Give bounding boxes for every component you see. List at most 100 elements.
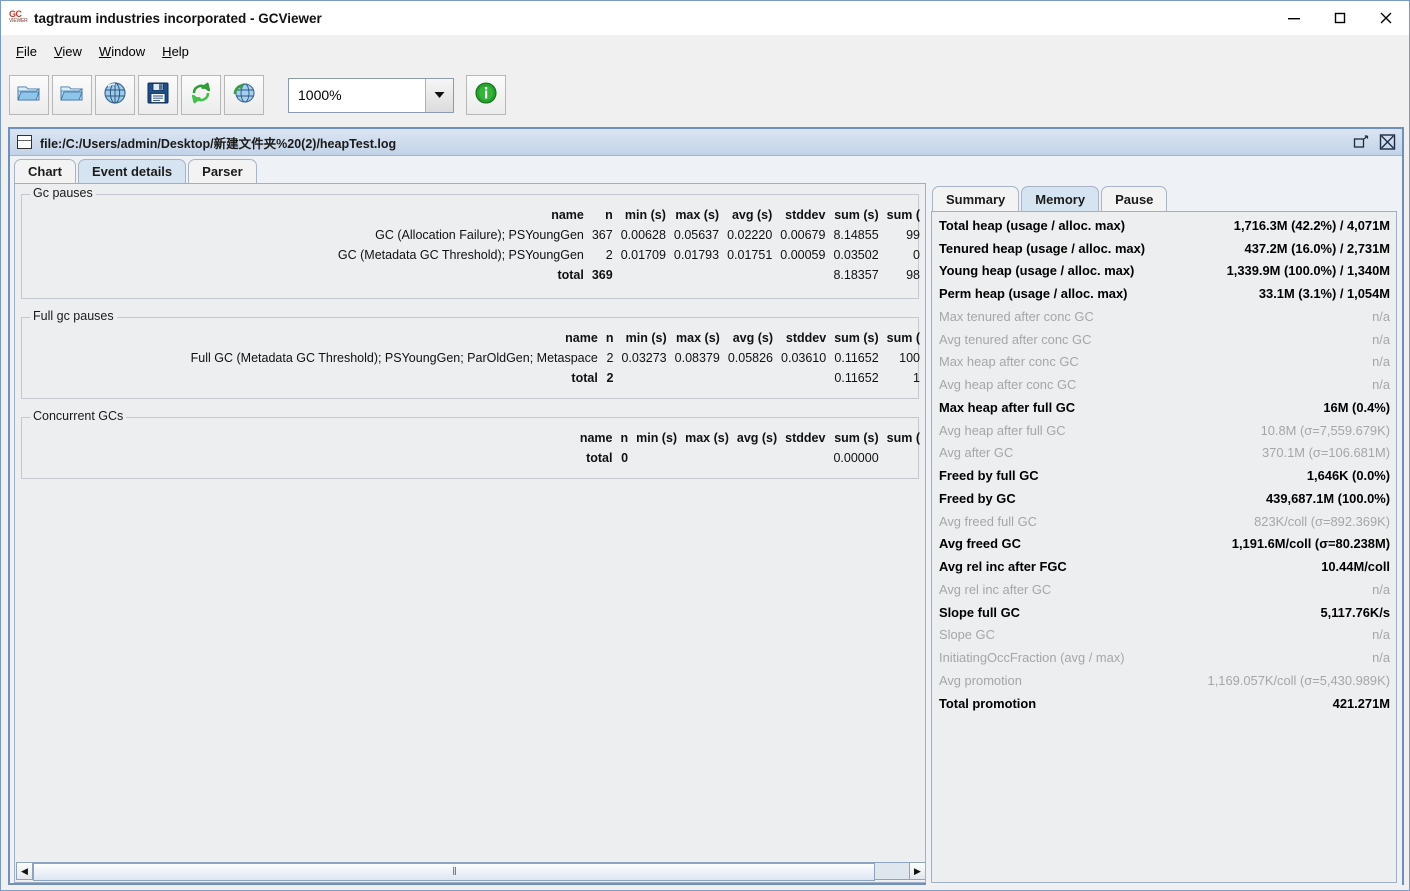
memory-row-value: 437.2M (16.0%) / 2,731M [1244,240,1390,256]
tab-memory-label: Memory [1035,191,1086,207]
cell-total-label: total [571,371,598,385]
memory-row-value: 1,716.3M (42.2%) / 4,071M [1233,217,1390,233]
memory-row-label: Tenured heap (usage / alloc. max) [939,240,1146,256]
cell-total-avg [723,265,776,285]
window-titlebar: GC VIEWER tagtraum industries incorporate… [1,1,1409,35]
cell-total-min [617,265,670,285]
minimize-button[interactable] [1271,1,1317,35]
open-url-button[interactable] [95,75,135,115]
table-header-row: name n min (s) max (s) avg (s) stddev su… [576,428,924,448]
refresh-button[interactable] [181,75,221,115]
tab-summary[interactable]: Summary [932,186,1020,211]
menu-view[interactable]: View [47,42,92,61]
event-details-scroll-content: Gc pauses name n min (s) max (s) avg (s)… [15,184,925,862]
menu-help[interactable]: Help [155,42,199,61]
list-item: Tenured heap (usage / alloc. max) 437.2M … [932,237,1396,260]
menu-file[interactable]: File [9,42,47,61]
document-window-icon [17,135,32,149]
cell-n: 367 [591,228,613,242]
about-button[interactable] [466,75,506,115]
cell-name: Full GC (Metadata GC Threshold); PSYoung… [190,351,598,365]
memory-row-value: 1,191.6M/coll (σ=80.238M) [1231,536,1390,552]
table-row: GC (Allocation Failure); PSYoungGen 367 … [334,225,924,245]
scroll-left-arrow-icon[interactable]: ◀ [16,862,33,880]
group-gc-pauses-title: Gc pauses [30,186,96,200]
list-item: Avg promotion 1,169.057K/coll (σ=5,430.98… [932,669,1396,692]
memory-row-label: InitiatingOccFraction (avg / max) [939,650,1125,666]
open-recent-button[interactable] [52,75,92,115]
cell-total-stddev [776,265,829,285]
memory-row-label: Avg promotion [939,672,1022,688]
close-button[interactable] [1363,1,1409,35]
menu-window[interactable]: Window [92,42,155,61]
menu-file-label: ile [23,44,37,59]
memory-row-label: Avg after GC [939,445,1014,461]
memory-row-value: 823K/coll (σ=892.369K) [1254,513,1390,529]
list-item: Avg heap after conc GC n/a [932,373,1396,396]
memory-row-label: Avg tenured after conc GC [939,331,1092,347]
maximize-button[interactable] [1317,1,1363,35]
tab-pause[interactable]: Pause [1101,186,1168,211]
col-sum-pct: sum ( [886,208,920,222]
gc-pauses-table: name n min (s) max (s) avg (s) stddev su… [334,205,924,285]
close-frame-button[interactable] [1376,132,1398,152]
group-gc-pauses: Gc pauses name n min (s) max (s) avg (s)… [21,186,920,299]
list-item: Freed by full GC 1,646K (0.0%) [932,464,1396,487]
tab-event-details[interactable]: Event details [77,159,187,183]
cell-total-label: total [557,268,584,282]
col-avg: avg (s) [732,331,774,345]
folder-icon [59,82,85,109]
watch-button[interactable] [224,75,264,115]
memory-row-value: 1,339.9M (100.0%) / 1,340M [1226,263,1390,279]
memory-row-label: Freed by full GC [939,468,1039,484]
scrollbar-grip-icon: ‖ [452,866,456,878]
cell-total-n: 0 [621,451,629,465]
scrollbar-thumb[interactable]: ‖ [33,863,875,881]
memory-row-value: n/a [1372,354,1390,370]
cell-total-sum-pct: 1 [913,371,920,385]
memory-row-value: n/a [1372,627,1390,643]
cell-sum: 0.11652 [834,351,879,365]
menu-window-label: indow [111,44,146,59]
memory-row-value: n/a [1372,377,1390,393]
document-frame: file:/C:/Users/admin/Desktop/新建文件夹%20(2)… [8,127,1404,885]
cell-total-stddev [777,368,830,388]
tab-parser[interactable]: Parser [188,159,257,183]
zoom-combobox[interactable]: 1000% [288,77,454,113]
col-stddev: stddev [785,431,826,445]
restore-frame-button[interactable] [1350,132,1372,152]
memory-row-label: Slope full GC [939,604,1020,620]
scroll-right-arrow-icon[interactable]: ▶ [909,862,925,880]
green-info-icon [474,81,498,110]
export-button[interactable] [138,75,178,115]
list-item: InitiatingOccFraction (avg / max) n/a [932,646,1396,669]
zoom-input[interactable]: 1000% [289,78,425,112]
scrollbar-track[interactable]: ‖ [33,862,909,881]
horizontal-scrollbar[interactable]: ◀ ‖ ▶ [16,861,925,881]
memory-row-label: Perm heap (usage / alloc. max) [939,286,1128,302]
cell-stddev: 0.00679 [780,228,826,242]
memory-row-label: Avg freed GC [939,536,1021,552]
tab-memory[interactable]: Memory [1021,186,1100,211]
full-gc-pauses-table: name n min (s) max (s) avg (s) stddev su… [187,328,924,388]
window-title: tagtraum industries incorporated - GCVie… [34,10,322,26]
memory-row-value: 1,169.057K/coll (σ=5,430.989K) [1207,672,1390,688]
col-n: n [620,431,629,445]
memory-row-label: Avg rel inc after FGC [939,559,1067,575]
open-file-button[interactable] [9,75,49,115]
menu-view-label: iew [62,44,82,59]
table-row: Full GC (Metadata GC Threshold); PSYoung… [187,348,924,368]
gcviewer-logo-icon: GC VIEWER [9,9,28,24]
list-item: Slope full GC 5,117.76K/s [932,601,1396,624]
table-row: GC (Metadata GC Threshold); PSYoungGen 2… [334,245,924,265]
list-item: Freed by GC 439,687.1M (100.0%) [932,487,1396,510]
list-item: Max heap after conc GC n/a [932,351,1396,374]
document-path-label: file:/C:/Users/admin/Desktop/新建文件夹%20(2)… [40,136,397,151]
tab-chart[interactable]: Chart [14,159,76,183]
chevron-down-icon[interactable] [425,78,453,112]
folder-icon [16,82,42,109]
cell-avg: 0.02220 [727,228,773,242]
cell-total-n: 369 [591,268,613,282]
cell-avg: 0.05826 [727,351,774,365]
concurrent-gcs-table: name n min (s) max (s) avg (s) stddev su… [576,428,924,468]
